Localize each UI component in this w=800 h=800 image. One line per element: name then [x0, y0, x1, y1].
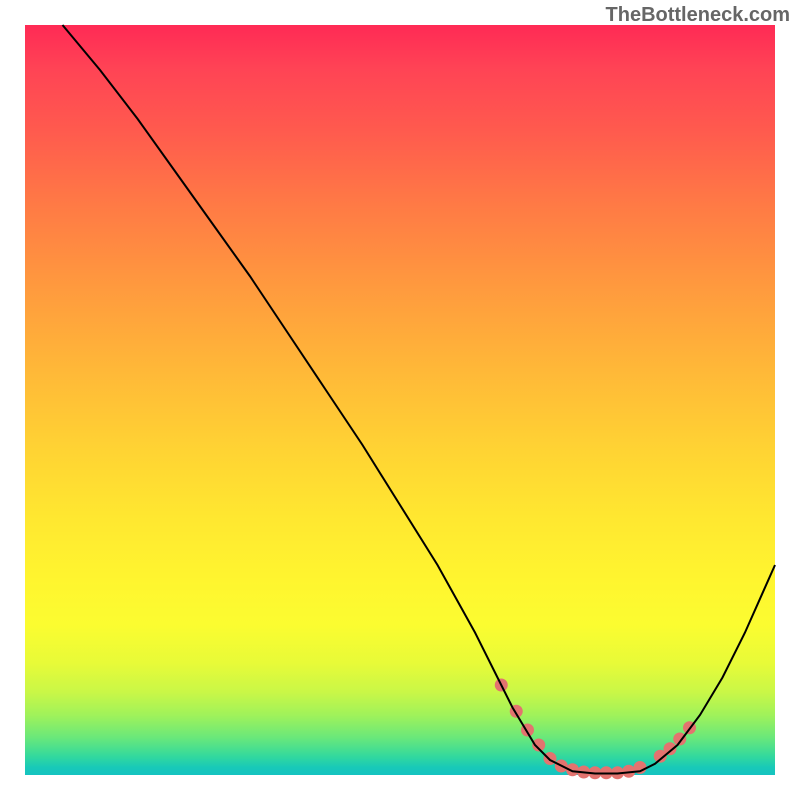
- watermark-text: TheBottleneck.com: [606, 4, 790, 27]
- chart-plot-area: [25, 25, 775, 775]
- chart-svg: [25, 25, 775, 775]
- chart-curve: [63, 25, 776, 774]
